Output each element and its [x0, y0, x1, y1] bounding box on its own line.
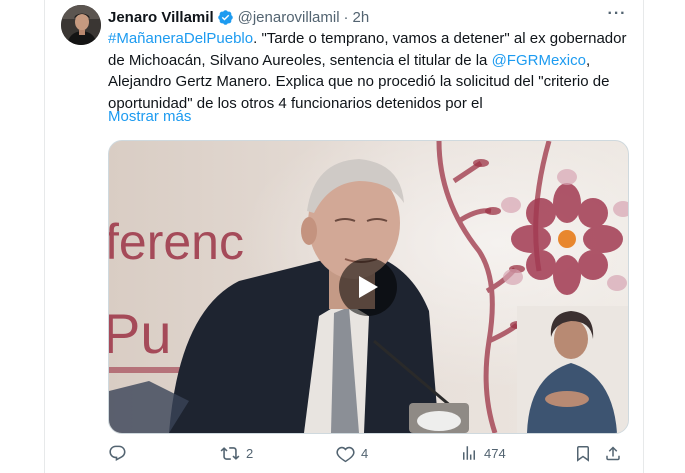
- avatar[interactable]: [61, 5, 101, 45]
- backdrop-text: ferenc: [109, 214, 244, 270]
- tweet-header: Jenaro Villamil @jenarovillamil · 2h: [108, 6, 628, 28]
- show-more-link[interactable]: Mostrar más: [108, 108, 191, 125]
- heart-icon: [336, 446, 355, 462]
- bookmark-button[interactable]: [574, 440, 592, 466]
- reply-button[interactable]: [108, 440, 133, 466]
- tweet-action-bar: 2 4 474: [108, 440, 628, 466]
- tweet-text-line: #MañaneraDelPueblo. "Tarde o temprano, v…: [108, 28, 636, 50]
- more-options-button[interactable]: ···: [605, 4, 629, 24]
- reply-icon: [109, 445, 126, 461]
- video-player[interactable]: ferenc Pu: [108, 140, 629, 434]
- like-count: 4: [361, 445, 369, 461]
- tweet-text: #MañaneraDelPueblo. "Tarde o temprano, v…: [108, 28, 636, 114]
- play-icon: [359, 276, 378, 298]
- play-button[interactable]: [339, 258, 397, 316]
- timeline: Jenaro Villamil @jenarovillamil · 2h ···…: [0, 0, 685, 473]
- tweet-text-line: Alejandro Gertz Manero. Explica que no p…: [108, 73, 610, 90]
- views-icon: [463, 446, 475, 460]
- share-button[interactable]: [604, 440, 622, 466]
- tweet-text-segment: ,: [585, 51, 591, 69]
- share-icon: [606, 445, 620, 460]
- backdrop-text: Pu: [109, 302, 172, 365]
- like-button[interactable]: 4: [336, 440, 368, 466]
- verified-badge-icon: [217, 9, 234, 26]
- tweet-text-segment: de Michoacán, Silvano Aureoles, sentenci…: [108, 51, 492, 69]
- retweet-button[interactable]: 2: [220, 440, 253, 466]
- views-count: 474: [484, 445, 506, 461]
- bookmark-icon: [577, 445, 589, 462]
- hashtag-link[interactable]: #MañaneraDelPueblo: [108, 30, 253, 47]
- retweet-icon: [220, 446, 240, 460]
- tweet-text-line: de Michoacán, Silvano Aureoles, sentenci…: [108, 50, 636, 72]
- more-icon: ···: [607, 5, 627, 22]
- tweet[interactable]: Jenaro Villamil @jenarovillamil · 2h ···…: [45, 0, 643, 473]
- author-handle[interactable]: @jenarovillamil: [238, 9, 340, 26]
- timeline-right-border: [643, 0, 644, 473]
- header-separator: ·: [343, 8, 349, 26]
- author-name[interactable]: Jenaro Villamil: [108, 9, 214, 26]
- mention-link[interactable]: @FGRMexico: [492, 52, 586, 69]
- retweet-count: 2: [246, 445, 254, 461]
- tweet-text-segment: . "Tarde o temprano, vamos a detener" al…: [253, 30, 627, 47]
- views-button[interactable]: 474: [460, 440, 506, 466]
- tweet-timestamp[interactable]: 2h: [353, 9, 370, 26]
- avatar-photo: [61, 5, 101, 45]
